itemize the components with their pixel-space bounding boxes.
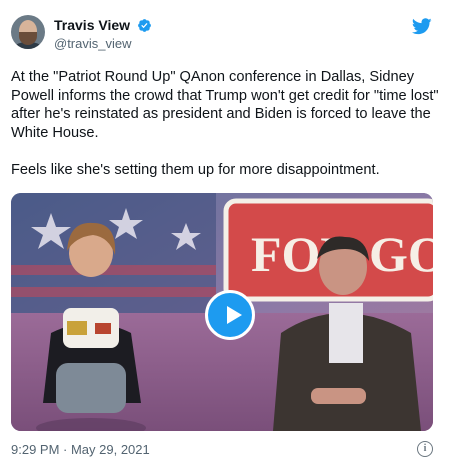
tweet-card: Travis View @travis_view At the "Patriot…: [0, 0, 450, 460]
tweet-text: At the "Patriot Round Up" QAnon conferen…: [11, 68, 441, 179]
verified-badge-icon: [138, 19, 151, 32]
avatar[interactable]: [11, 15, 45, 49]
tweet-timestamp[interactable]: 9:29 PM · May 29, 2021: [11, 442, 150, 457]
tweet-text-paragraph-1: At the "Patriot Round Up" QAnon conferen…: [11, 69, 443, 141]
tweet-text-paragraph-2: Feels like she's setting them up for mor…: [11, 161, 380, 178]
twitter-bird-icon[interactable]: [412, 18, 432, 35]
author-name[interactable]: Travis View: [54, 17, 130, 34]
author-handle[interactable]: @travis_view: [54, 36, 132, 51]
play-button[interactable]: [205, 290, 255, 340]
video-player[interactable]: FOR GOD: [11, 193, 433, 431]
info-icon[interactable]: i: [417, 441, 433, 457]
